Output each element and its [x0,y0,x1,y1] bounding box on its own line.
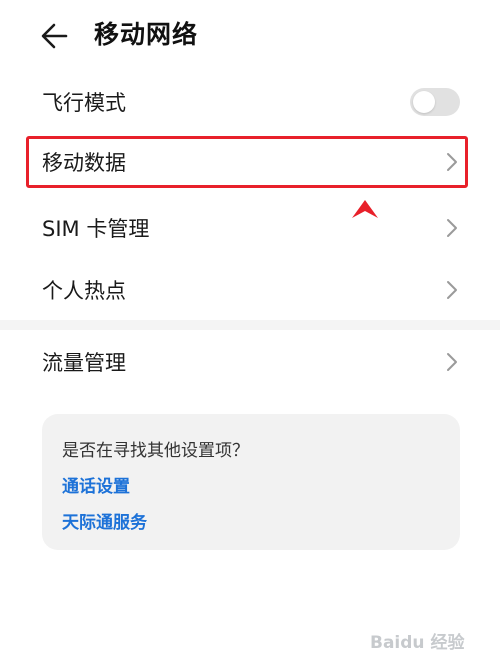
section-divider [0,320,500,330]
chevron-right-icon [444,350,460,374]
mobile-network-screen: 移动网络 飞行模式 移动数据 SIM 卡管理 个人热点 流量管理 是否在寻找其他… [0,0,500,670]
chevron-right-icon [444,278,460,302]
toggle-knob [413,91,435,113]
suggestion-card: 是否在寻找其他设置项？ 通话设置 天际通服务 [42,414,460,550]
airplane-mode-label: 飞行模式 [42,91,126,115]
call-settings-link[interactable]: 通话设置 [62,472,130,497]
mobile-data-label: 移动数据 [42,151,126,175]
suggestion-question: 是否在寻找其他设置项？ [62,441,249,461]
airplane-mode-row[interactable]: 飞行模式 [0,70,500,134]
baidu-jingyan-watermark: Baidu 经验 [368,626,480,656]
back-button[interactable] [36,16,80,56]
chevron-right-icon [444,150,460,174]
sim-management-row[interactable]: SIM 卡管理 [0,196,500,260]
baidu-jingyan-logo: Baidu 经验 [370,632,465,653]
mobile-data-row[interactable]: 移动数据 [0,130,500,194]
chevron-right-icon [444,216,460,240]
sim-management-label: SIM 卡管理 [42,217,150,241]
data-usage-row[interactable]: 流量管理 [0,330,500,394]
page-title: 移动网络 [94,20,199,49]
personal-hotspot-label: 个人热点 [42,279,126,303]
arrow-left-icon [41,23,68,49]
data-usage-label: 流量管理 [42,351,126,375]
personal-hotspot-row[interactable]: 个人热点 [0,258,500,322]
svg-text:Baidu 经验: Baidu 经验 [370,632,465,653]
airplane-mode-toggle[interactable] [410,88,460,116]
header: 移动网络 [0,0,500,72]
skytone-service-link[interactable]: 天际通服务 [62,508,147,533]
